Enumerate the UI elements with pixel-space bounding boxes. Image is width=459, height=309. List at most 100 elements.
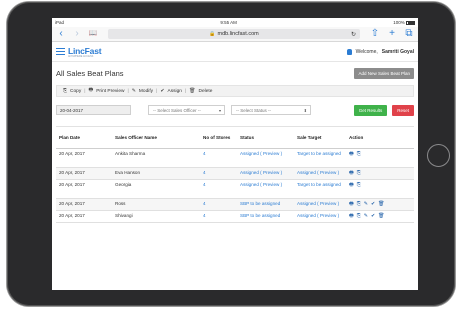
date-field[interactable]: 20-04-2017 [56,105,131,115]
trash-icon[interactable]: 🗑 [378,201,384,207]
tabs-icon[interactable]: ⧉ [404,28,414,40]
assign-action[interactable]: Assign [168,89,182,94]
print-icon[interactable]: 🖶 [349,170,354,176]
cell-plan-date: 20 Apr, 2017 [56,148,112,168]
back-arrow-icon[interactable]: ‹ [56,28,66,40]
print-icon[interactable]: 🖶 [349,213,354,219]
print-preview-action[interactable]: Print Preview [96,89,124,94]
cell-status[interactable]: Assigned ( Preview ) [237,179,294,199]
copy-icon[interactable]: ⎘ [357,182,361,188]
cell-officer: Eva Hanson [112,167,200,180]
checkmark-icon: ✔ [160,88,165,94]
cell-officer: Georgia [112,179,200,199]
cell-stores[interactable]: 4 [200,210,237,223]
cell-sale-target[interactable]: Target to be assigned [294,148,346,168]
share-icon[interactable]: ⇧ [370,28,380,40]
cell-status[interactable]: Assigned ( Preview ) [237,148,294,168]
address-bar[interactable]: 🔒 mdb.lincfast.com ↻ [108,29,360,39]
print-icon[interactable]: 🖶 [349,151,354,157]
print-icon[interactable]: 🖶 [349,201,354,207]
print-icon[interactable]: 🖶 [349,182,354,188]
print-icon: 🖶 [88,87,94,93]
copy-icon[interactable]: ⎘ [357,213,361,219]
sales-officer-placeholder: -- Select Sales Officer -- [153,108,201,113]
header-action: Action [346,126,414,149]
battery-icon [406,20,415,25]
cell-stores[interactable]: 4 [200,148,237,168]
table-row[interactable]: 20 Apr, 2017 Georgia 4 Assigned ( Previe… [56,179,414,199]
copy-icon[interactable]: ⎘ [357,201,361,207]
table-header-row: Plan Date Sales Officer Name No of Store… [56,126,414,149]
edit-icon: ✎ [131,88,136,94]
table-row[interactable]: 20 Apr, 2017 Ross 4 SBP to be assigned A… [56,198,414,211]
user-name[interactable]: Samriti Goyal [382,49,414,55]
cell-sale-target[interactable]: Assigned ( Preview ) [294,198,346,211]
header-plan-date[interactable]: Plan Date [56,126,112,149]
forward-arrow-icon[interactable]: › [72,28,82,40]
browser-actions: ⇧ + ⧉ [370,28,414,40]
chevron-down-icon: ▾ [218,108,221,113]
carrier-label: iPad [55,20,65,25]
cell-officer: Ross [112,198,200,211]
toolbar-separator: | [156,88,158,94]
cell-status[interactable]: SBP to be assigned [237,210,294,223]
new-tab-icon[interactable]: + [387,28,397,40]
cell-actions: 🖶 ⎘ [346,179,414,199]
status-select[interactable]: -- Select Status -- ⬍ [231,105,311,115]
header-status[interactable]: Status [237,126,294,149]
table-row[interactable]: 20 Apr, 2017 Shivangi 4 SBP to be assign… [56,210,414,223]
action-toolbar: ⎘ Copy | 🖶 Print Preview | ✎ Modify | ✔ … [56,85,414,97]
url-text: mdb.lincfast.com [217,31,259,37]
header-stores[interactable]: No of Stores [200,126,237,149]
page-title: All Sales Beat Plans [56,68,124,78]
cell-status[interactable]: SBP to be assigned [237,198,294,211]
cell-stores[interactable]: 4 [200,198,237,211]
cell-actions: 🖶 ⎘ [346,148,414,168]
reload-icon[interactable]: ↻ [351,31,356,38]
checkmark-icon[interactable]: ✔ [371,201,375,207]
table-row[interactable]: 20 Apr, 2017 Ankita Sharma 4 Assigned ( … [56,148,414,168]
checkmark-icon[interactable]: ✔ [371,213,375,219]
battery-label: 100% [393,20,405,25]
copy-icon[interactable]: ⎘ [357,170,361,176]
cell-status[interactable]: Assigned ( Preview ) [237,167,294,180]
cell-stores[interactable]: 4 [200,167,237,180]
copy-icon[interactable]: ⎘ [357,151,361,157]
header-sales-officer[interactable]: Sales Officer Name [112,126,200,149]
copy-action[interactable]: Copy [70,89,81,94]
reset-button[interactable]: Reset [392,104,414,116]
cell-sale-target[interactable]: Assigned ( Preview ) [294,167,346,180]
status-placeholder: -- Select Status -- [236,108,272,113]
table-row[interactable]: 20 Apr, 2017 Eva Hanson 4 Assigned ( Pre… [56,167,414,180]
cell-actions: 🖶 ⎘ ✎ ✔ 🗑 [346,198,414,211]
get-results-button[interactable]: Get Results [353,104,388,116]
header-sale-target[interactable]: Sale Target [294,126,346,149]
bookmarks-icon[interactable]: 📖 [88,28,98,40]
home-button[interactable] [427,144,450,167]
cell-actions: 🖶 ⎘ ✎ ✔ 🗑 [346,210,414,223]
cell-plan-date: 20 Apr, 2017 [56,167,112,180]
hamburger-menu-icon[interactable] [56,48,65,55]
chevron-down-icon: ⬍ [303,108,307,113]
trash-icon: 🗑 [189,88,196,94]
toolbar-separator: | [184,88,187,94]
title-row: All Sales Beat Plans Add New Sales Beat … [52,64,418,82]
sales-officer-select[interactable]: -- Select Sales Officer -- ▾ [148,105,225,115]
clock: 9:55 AM [220,20,237,25]
cell-sale-target[interactable]: Target to be assigned [294,179,346,199]
cell-sale-target[interactable]: Assigned ( Preview ) [294,210,346,223]
edit-icon[interactable]: ✎ [364,213,368,219]
app-header: LincFast ANYWHERE ACCESS Welcome, Samrit… [52,42,418,62]
toolbar-separator: | [127,88,129,94]
edit-icon[interactable]: ✎ [364,201,368,207]
lock-icon: 🔒 [209,31,216,37]
add-sales-beat-plan-button[interactable]: Add New Sales Beat Plan [354,67,414,79]
trash-icon[interactable]: 🗑 [378,213,384,219]
modify-action[interactable]: Modify [139,89,153,94]
delete-action[interactable]: Delete [199,89,213,94]
brand-logo[interactable]: LincFast ANYWHERE ACCESS [68,46,102,58]
cell-stores[interactable]: 4 [200,179,237,199]
cell-plan-date: 20 Apr, 2017 [56,179,112,199]
notification-bell-icon[interactable] [346,48,352,55]
cell-officer: Ankita Sharma [112,148,200,168]
